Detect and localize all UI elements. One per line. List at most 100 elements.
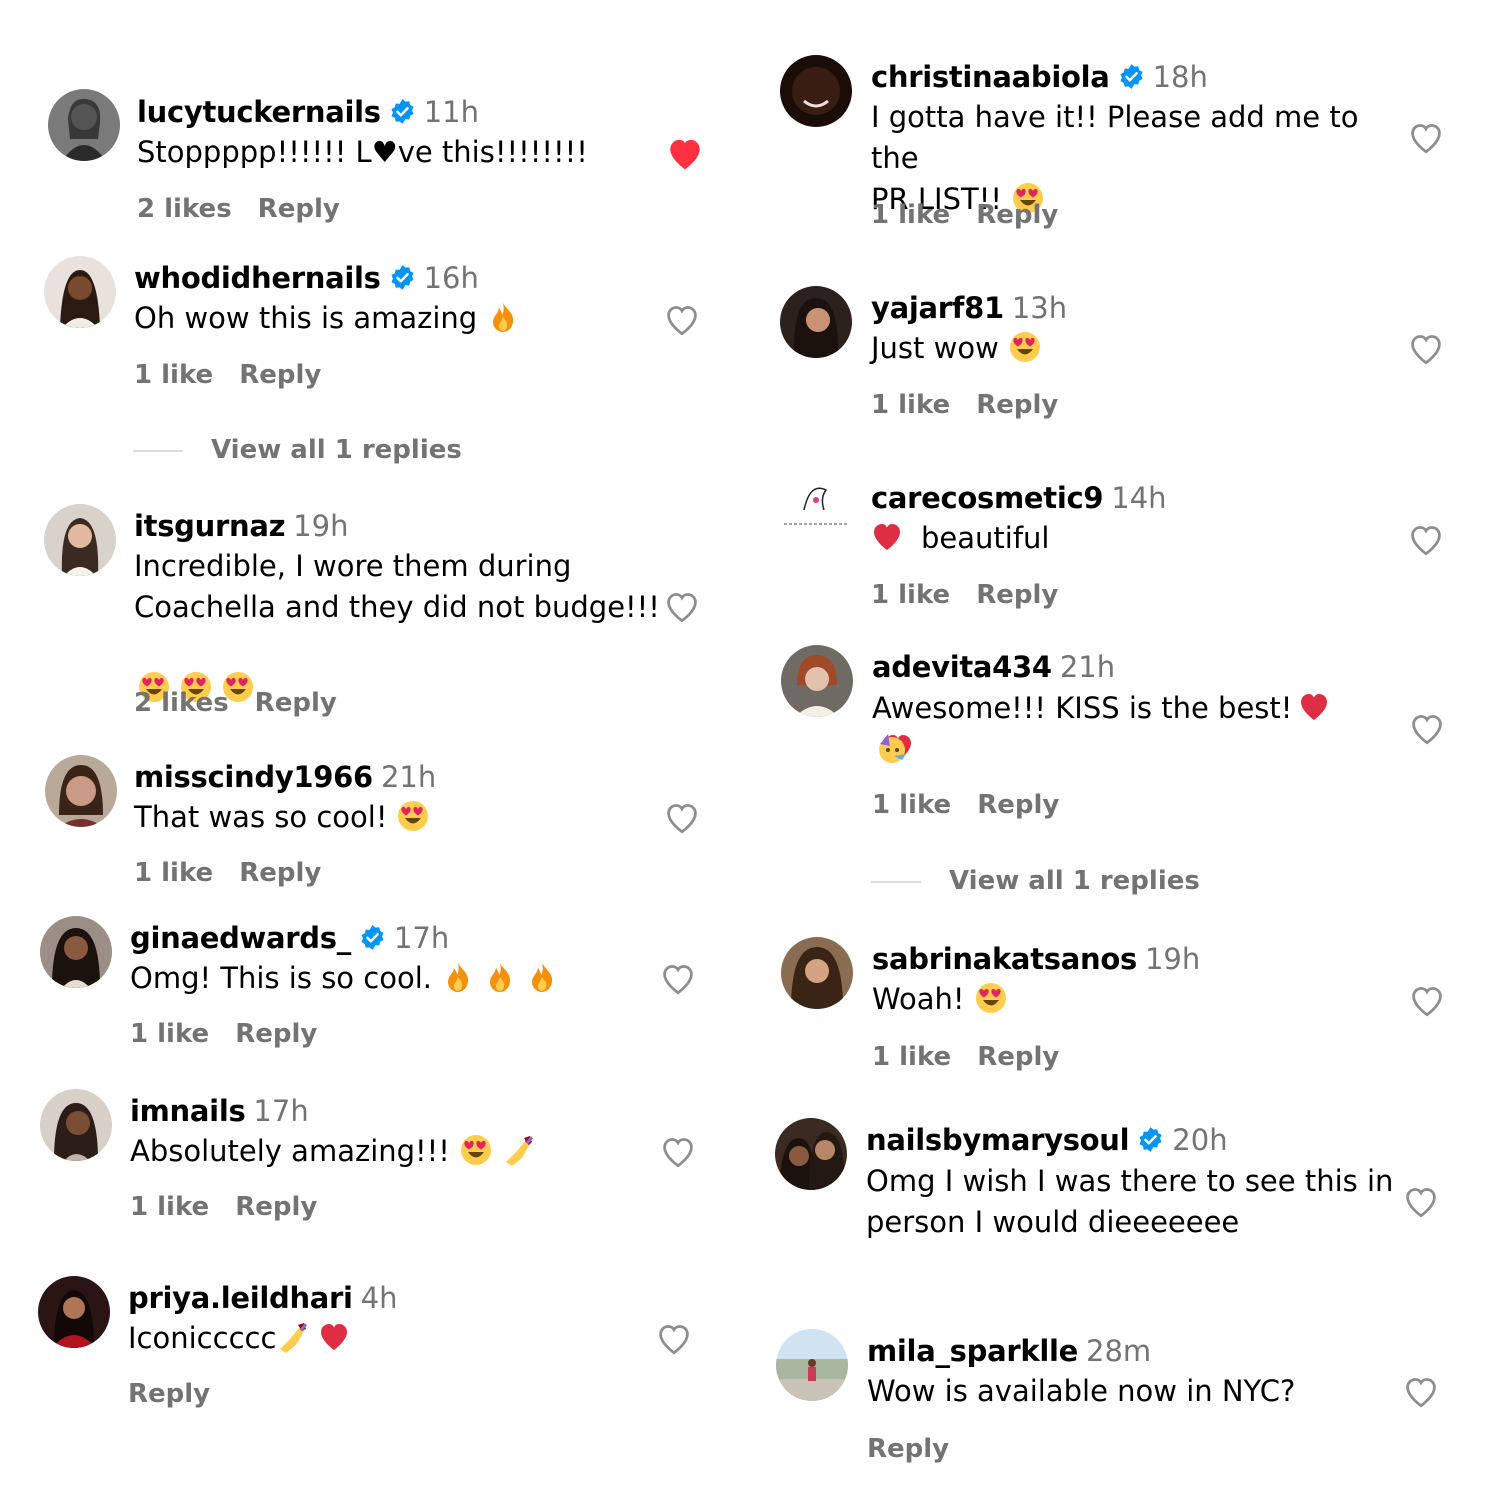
username[interactable]: yajarf81 bbox=[871, 291, 1004, 325]
likes-count[interactable]: 1 like bbox=[872, 790, 951, 820]
reply-button[interactable]: Reply bbox=[255, 688, 337, 718]
comment-text: Omg I wish I was there to see this in pe… bbox=[866, 1164, 1394, 1239]
username[interactable]: mila_sparklle bbox=[867, 1334, 1078, 1368]
username[interactable]: whodidhernails bbox=[134, 261, 381, 295]
avatar[interactable] bbox=[40, 916, 112, 988]
heart-outline-icon[interactable] bbox=[1406, 521, 1446, 557]
avatar[interactable] bbox=[40, 1089, 112, 1161]
reply-button[interactable]: Reply bbox=[258, 194, 340, 224]
view-replies-label: View all 1 replies bbox=[211, 435, 462, 465]
heart-filled-icon[interactable] bbox=[665, 135, 705, 171]
timestamp: 20h bbox=[1172, 1123, 1228, 1157]
timestamp: 16h bbox=[423, 261, 479, 295]
heart-outline-icon[interactable] bbox=[654, 1320, 694, 1356]
fire-emoji bbox=[487, 301, 519, 333]
avatar[interactable] bbox=[44, 256, 116, 328]
view-replies-button[interactable]: View all 1 replies bbox=[133, 432, 462, 468]
comments-column-right: christinaabiola 18h I gotta have it!! Ple… bbox=[740, 0, 1480, 1495]
comment-text: Omg! This is so cool. bbox=[130, 961, 432, 995]
verified-badge-icon bbox=[1137, 1126, 1164, 1153]
comment-text: Woah! bbox=[872, 982, 965, 1016]
comment-text: Awesome!!! KISS is the best! bbox=[872, 691, 1293, 725]
avatar[interactable] bbox=[780, 476, 852, 548]
likes-count[interactable]: 1 like bbox=[134, 360, 213, 390]
heart-outline-icon[interactable] bbox=[662, 301, 702, 337]
likes-count[interactable]: 1 like bbox=[871, 580, 950, 610]
fire-emoji bbox=[526, 961, 558, 993]
avatar[interactable] bbox=[781, 937, 853, 1009]
reply-button[interactable]: Reply bbox=[239, 360, 321, 390]
likes-count[interactable]: 1 like bbox=[872, 1042, 951, 1072]
username[interactable]: ginaedwards_ bbox=[130, 921, 351, 955]
username[interactable]: itsgurnaz bbox=[134, 509, 285, 543]
username[interactable]: carecosmetic9 bbox=[871, 481, 1104, 515]
heart-outline-icon[interactable] bbox=[1406, 330, 1446, 366]
reply-button[interactable]: Reply bbox=[867, 1434, 949, 1464]
view-replies-label: View all 1 replies bbox=[949, 866, 1200, 896]
reply-button[interactable]: Reply bbox=[977, 1042, 1059, 1072]
reply-button[interactable]: Reply bbox=[977, 790, 1059, 820]
likes-count[interactable]: 1 like bbox=[871, 200, 950, 230]
reply-button[interactable]: Reply bbox=[976, 580, 1058, 610]
avatar[interactable] bbox=[780, 55, 852, 127]
avatar[interactable] bbox=[776, 1329, 848, 1401]
timestamp: 19h bbox=[1144, 942, 1201, 976]
timestamp: 28m bbox=[1086, 1334, 1152, 1368]
reply-button[interactable]: Reply bbox=[976, 390, 1058, 420]
timestamp: 11h bbox=[423, 95, 479, 129]
comment-text: Iconiccccc bbox=[128, 1321, 277, 1355]
avatar[interactable] bbox=[44, 504, 116, 576]
username[interactable]: adevita434 bbox=[872, 650, 1052, 684]
fire-emoji bbox=[442, 961, 474, 993]
username[interactable]: imnails bbox=[130, 1094, 246, 1128]
reply-button[interactable]: Reply bbox=[235, 1192, 317, 1222]
likes-count[interactable]: 1 like bbox=[130, 1192, 209, 1222]
likes-count[interactable]: 1 like bbox=[130, 1019, 209, 1049]
likes-count[interactable]: 1 like bbox=[134, 858, 213, 888]
username[interactable]: priya.leildhari bbox=[128, 1281, 353, 1315]
comment-text: beautiful bbox=[921, 521, 1050, 555]
heart-outline-icon[interactable] bbox=[1407, 982, 1447, 1018]
avatar[interactable] bbox=[38, 1276, 110, 1348]
timestamp: 17h bbox=[393, 921, 450, 955]
heart-outline-icon[interactable] bbox=[658, 1133, 698, 1169]
heart-outline-icon[interactable] bbox=[662, 799, 702, 835]
verified-badge-icon bbox=[389, 98, 416, 125]
timestamp: 19h bbox=[293, 509, 349, 543]
heart-eyes-emoji bbox=[975, 982, 1007, 1014]
reply-button[interactable]: Reply bbox=[976, 200, 1058, 230]
heart-outline-icon[interactable] bbox=[1401, 1183, 1441, 1219]
heart-outline-icon[interactable] bbox=[658, 960, 698, 996]
comment-text: Absolutely amazing!!! bbox=[130, 1134, 450, 1168]
nail-polish-emoji bbox=[502, 1134, 534, 1166]
heart-outline-icon[interactable] bbox=[1401, 1373, 1441, 1409]
username[interactable]: sabrinakatsanos bbox=[872, 942, 1137, 976]
reply-button[interactable]: Reply bbox=[239, 858, 321, 888]
comments-column-left: lucytuckernails 11h Stoppppp!!!!!! L♥ve t… bbox=[0, 0, 740, 1495]
verified-badge-icon bbox=[1118, 63, 1145, 90]
avatar[interactable] bbox=[781, 645, 853, 717]
nail-polish-emoji bbox=[276, 1321, 308, 1353]
reply-button[interactable]: Reply bbox=[235, 1019, 317, 1049]
avatar[interactable] bbox=[775, 1118, 847, 1190]
heart-outline-icon[interactable] bbox=[1407, 710, 1447, 746]
likes-count[interactable]: 2 likes bbox=[134, 688, 229, 718]
username[interactable]: nailsbymarysoul bbox=[866, 1123, 1130, 1157]
likes-count[interactable]: 1 like bbox=[871, 390, 950, 420]
avatar[interactable] bbox=[45, 755, 117, 827]
heart-outline-icon[interactable] bbox=[662, 588, 702, 624]
timestamp: 14h bbox=[1111, 481, 1167, 515]
heart-outline-icon[interactable] bbox=[1406, 119, 1446, 155]
likes-count[interactable]: 2 likes bbox=[137, 194, 232, 224]
comment-text: Oh wow this is amazing bbox=[134, 301, 478, 335]
verified-badge-icon bbox=[389, 264, 416, 291]
avatar[interactable] bbox=[780, 286, 852, 358]
timestamp: 13h bbox=[1011, 291, 1068, 325]
username[interactable]: misscindy1966 bbox=[134, 760, 373, 794]
reply-button[interactable]: Reply bbox=[128, 1379, 210, 1409]
view-replies-button[interactable]: View all 1 replies bbox=[871, 863, 1200, 899]
username[interactable]: christinaabiola bbox=[871, 60, 1110, 94]
avatar[interactable] bbox=[48, 89, 120, 161]
heart-eyes-emoji bbox=[460, 1134, 492, 1166]
username[interactable]: lucytuckernails bbox=[137, 95, 381, 129]
